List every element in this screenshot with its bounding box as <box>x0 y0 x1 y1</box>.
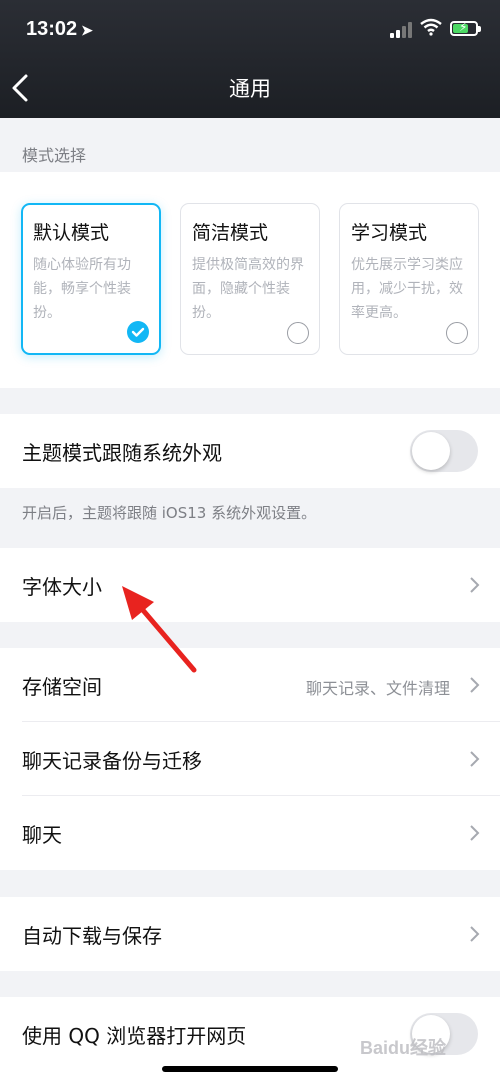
storage-label: 存储空间 <box>22 675 102 699</box>
chevron-right-icon <box>470 825 480 841</box>
annotation-arrow-icon <box>122 586 197 673</box>
cellular-signal-icon <box>390 22 412 38</box>
wifi-icon <box>420 18 442 36</box>
theme-follow-toggle[interactable] <box>410 430 478 472</box>
chat-row[interactable]: 聊天 <box>0 796 500 870</box>
chat-label: 聊天 <box>22 823 62 847</box>
page-title: 通用 <box>229 77 271 101</box>
mode-name: 默认模式 <box>33 222 110 244</box>
mode-name: 简洁模式 <box>192 222 269 244</box>
theme-follow-hint: 开启后，主题将跟随 iOS13 系统外观设置。 <box>22 504 317 522</box>
chevron-right-icon <box>470 751 480 767</box>
mode-card-default[interactable]: 默认模式 随心体验所有功能，畅享个性装扮。 <box>21 203 161 355</box>
chevron-right-icon <box>470 677 480 693</box>
auto-download-row[interactable]: 自动下载与保存 <box>0 897 500 971</box>
navigation-header: 13:02 ➤ ⚡ 通用 <box>0 0 500 118</box>
watermark: Baidu经验 <box>360 1038 447 1058</box>
mode-name: 学习模式 <box>351 222 428 244</box>
checkmark-icon[interactable] <box>127 321 149 343</box>
mode-desc: 提供极简高效的界面，隐藏个性装扮。 <box>192 257 304 321</box>
chevron-right-icon <box>470 926 480 942</box>
chat-backup-row[interactable]: 聊天记录备份与迁移 <box>0 722 500 796</box>
mode-card-simple[interactable]: 简洁模式 提供极简高效的界面，隐藏个性装扮。 <box>180 203 320 355</box>
battery-icon: ⚡ <box>450 20 481 36</box>
qq-browser-label: 使用 QQ 浏览器打开网页 <box>22 1024 247 1048</box>
font-size-row[interactable]: 字体大小 <box>0 548 500 622</box>
auto-download-label: 自动下载与保存 <box>22 924 162 948</box>
home-indicator[interactable] <box>162 1066 338 1072</box>
radio-circle-icon[interactable] <box>446 322 468 344</box>
radio-circle-icon[interactable] <box>287 322 309 344</box>
mode-card-study[interactable]: 学习模式 优先展示学习类应用，减少干扰，效率更高。 <box>339 203 479 355</box>
location-arrow-icon: ➤ <box>81 22 93 38</box>
mode-section-label: 模式选择 <box>22 146 87 165</box>
storage-row[interactable]: 存储空间 聊天记录、文件清理 <box>0 648 500 722</box>
chevron-right-icon <box>470 577 480 593</box>
mode-desc: 优先展示学习类应用，减少干扰，效率更高。 <box>351 257 463 321</box>
status-time: 13:02 ➤ <box>26 18 93 40</box>
mode-panel: 默认模式 随心体验所有功能，畅享个性装扮。 简洁模式 提供极简高效的界面，隐藏个… <box>0 172 500 388</box>
mode-desc: 随心体验所有功能，畅享个性装扮。 <box>33 257 131 321</box>
font-size-label: 字体大小 <box>22 575 102 599</box>
chat-backup-label: 聊天记录备份与迁移 <box>22 749 202 773</box>
storage-value: 聊天记录、文件清理 <box>305 679 450 698</box>
theme-follow-label: 主题模式跟随系统外观 <box>22 441 222 465</box>
theme-follow-row: 主题模式跟随系统外观 <box>0 414 500 488</box>
